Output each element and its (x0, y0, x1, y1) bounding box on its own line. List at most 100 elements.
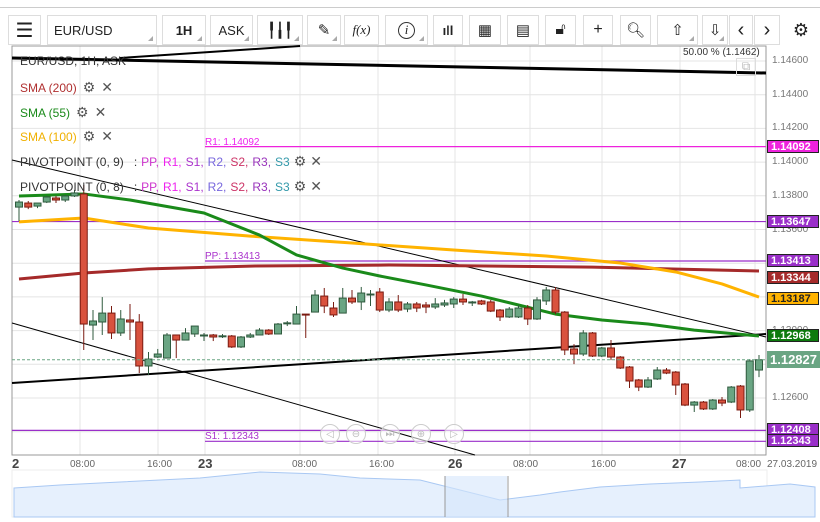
candle (153, 348, 162, 359)
candle-body (42, 196, 51, 203)
candle-body (699, 401, 708, 410)
candle (42, 195, 51, 204)
candle (477, 299, 486, 305)
candle (671, 371, 680, 395)
candle-body (172, 334, 181, 341)
candle (385, 298, 393, 313)
candle-body (255, 329, 264, 336)
candle-body (727, 386, 736, 403)
pp-label: PP: 1.13413 (205, 251, 261, 262)
gear-icon[interactable]: ⚙ (294, 153, 307, 170)
candle-body (116, 318, 125, 334)
price-label-r1: 1.14092 (767, 139, 819, 153)
candle-body (357, 292, 366, 303)
price-chart[interactable] (0, 0, 820, 522)
pivot-part: S3 (275, 179, 290, 194)
close-icon[interactable]: ✕ (310, 178, 322, 195)
candle-body (283, 322, 292, 325)
candle (662, 368, 671, 375)
candle-body (107, 312, 116, 334)
candle-body (348, 297, 356, 303)
candle-body (422, 304, 430, 308)
popout-button[interactable]: ⧉ (736, 58, 756, 76)
gear-icon[interactable]: ⚙ (76, 104, 89, 121)
x-tick: 08:00 (292, 459, 318, 470)
candle-body (61, 195, 70, 201)
gear-icon[interactable]: ⚙ (294, 178, 307, 195)
candle (181, 328, 190, 341)
candle (135, 314, 144, 374)
candle-body (523, 307, 532, 320)
y-tick: 1.14600 (772, 55, 809, 66)
legend-pivot8: PIVOTPOINT (0, 8): PP, R1, S1, R2, S2, R3, S3 ⚙ ✕ (20, 178, 322, 195)
candle (89, 310, 97, 341)
candle (588, 331, 597, 358)
candle-body (570, 348, 578, 355)
sma100-label: SMA (100) (20, 129, 77, 144)
scroll-forward-button[interactable]: ▷ (444, 424, 464, 444)
candle-body (33, 202, 42, 207)
candle-body (496, 309, 504, 318)
candle (366, 289, 375, 306)
legend-pivot9: PIVOTPOINT (0, 9): PP, R1, S1, R2, S2, R3, S3 ⚙ ✕ (20, 153, 322, 170)
candle-body (616, 356, 625, 369)
candle (274, 323, 282, 335)
pivot-part: R3, (252, 179, 272, 194)
candle (375, 287, 384, 313)
candle-body (200, 334, 208, 337)
candle-body (292, 313, 301, 325)
candle (320, 287, 329, 314)
candle-body (551, 289, 560, 313)
candle-body (264, 329, 273, 335)
s1-label: S1: 1.12343 (205, 431, 259, 442)
candle (338, 287, 347, 314)
candle (394, 295, 403, 313)
plot-border (11, 45, 767, 456)
zoom-in-icon: ⊕ (416, 428, 426, 440)
pivot-part: PP, (141, 179, 159, 194)
price-label-sma100: 1.13187 (767, 292, 819, 306)
reset-button[interactable]: ⏭ (380, 424, 400, 444)
close-icon[interactable]: ✕ (95, 104, 107, 121)
price-label-s1: 1.12343 (767, 434, 819, 448)
candle-body (671, 371, 680, 386)
candle-body (477, 300, 486, 305)
candle-body (681, 383, 689, 406)
x-tick: 2 (12, 456, 20, 471)
candle-body (634, 379, 643, 388)
close-icon[interactable]: ✕ (310, 153, 322, 170)
navigator-window[interactable] (445, 476, 507, 517)
candle (533, 297, 541, 320)
candle (357, 286, 366, 311)
pivot-part: R2, (207, 154, 227, 169)
price-label-pp: 1.13413 (767, 254, 819, 267)
y-tick: 1.14400 (772, 88, 809, 100)
candle (15, 200, 23, 222)
scroll-back-button[interactable]: ◁ (320, 424, 340, 444)
candle (403, 301, 412, 313)
x-tick: 23 (198, 456, 213, 471)
trend-line[interactable] (119, 45, 301, 59)
candle (246, 332, 255, 339)
candle-body (505, 308, 514, 318)
trend-line[interactable] (11, 333, 767, 384)
y-tick: 1.13800 (772, 189, 809, 201)
zoom-in-button[interactable]: ⊕ (411, 424, 431, 444)
candle (690, 401, 699, 412)
candle (440, 299, 449, 308)
pivot-part: R1, (162, 179, 182, 194)
candle-body (52, 197, 60, 201)
candle (745, 359, 754, 412)
candle (681, 383, 689, 407)
candle (625, 365, 634, 389)
close-icon[interactable]: ✕ (101, 79, 113, 96)
pivot8-label: PIVOTPOINT (0, 8) (20, 179, 124, 194)
gear-icon[interactable]: ⚙ (83, 79, 96, 96)
candle-body (79, 193, 88, 325)
candle-body (662, 369, 671, 374)
zoom-out-button[interactable]: ⊖ (346, 424, 366, 444)
candle (227, 334, 236, 348)
candle-body (449, 298, 458, 305)
close-icon[interactable]: ✕ (101, 128, 113, 145)
gear-icon[interactable]: ⚙ (83, 128, 96, 145)
